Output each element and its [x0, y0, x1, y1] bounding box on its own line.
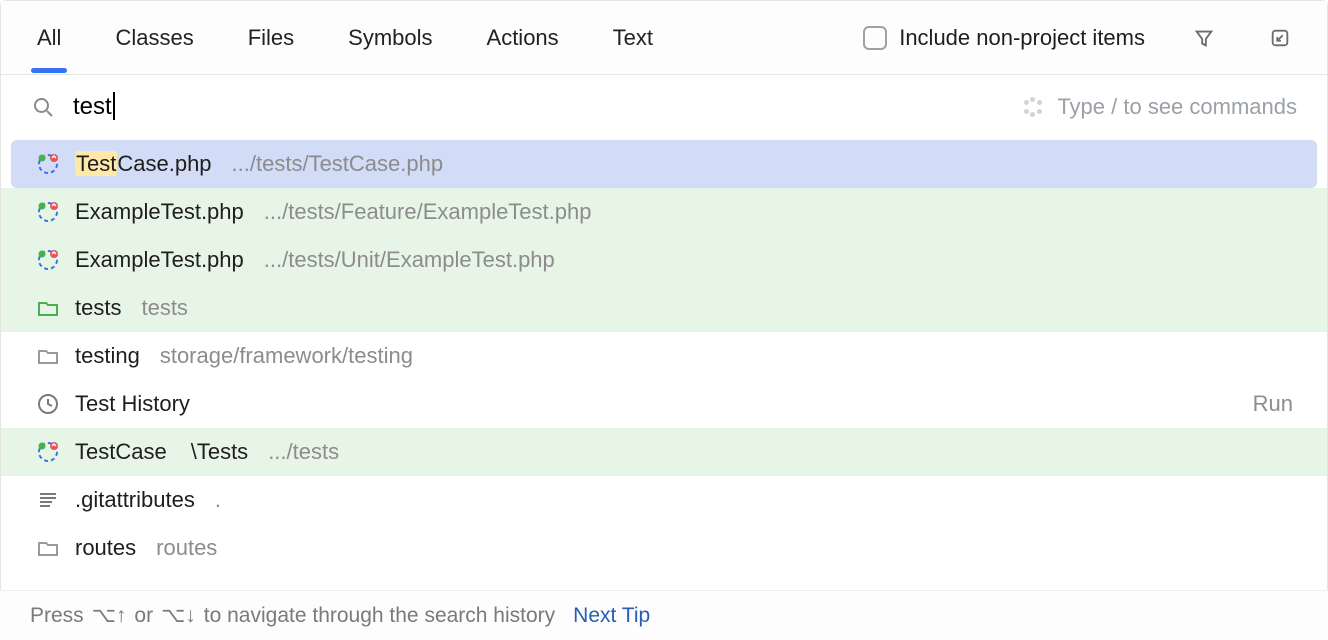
- folder-gray-icon: [35, 343, 61, 369]
- filter-icon[interactable]: [1187, 21, 1221, 55]
- result-path: .../tests: [268, 439, 339, 465]
- result-name: Test History: [75, 391, 190, 417]
- search-tabs: All Classes Files Symbols Actions Text I…: [1, 1, 1327, 75]
- result-qualifier: \Tests: [191, 439, 248, 465]
- result-name: tests: [75, 295, 121, 321]
- result-hint: Run: [1253, 391, 1293, 417]
- footer-tip: Press ⌥↑ or ⌥↓ to navigate through the s…: [0, 590, 1328, 640]
- result-name: .gitattributes: [75, 487, 195, 513]
- include-label: Include non-project items: [899, 25, 1145, 51]
- open-in-tool-window-icon[interactable]: [1263, 21, 1297, 55]
- clock-icon: [35, 391, 61, 417]
- result-path: .../tests/TestCase.php: [232, 151, 444, 177]
- php-class-icon: [35, 247, 61, 273]
- search-input[interactable]: test: [73, 93, 115, 122]
- results-list: TestCase.php .../tests/TestCase.php Exampl…: [1, 140, 1327, 572]
- loading-spinner-icon: [1023, 97, 1043, 117]
- result-name: routes: [75, 535, 136, 561]
- result-row[interactable]: .gitattributes.: [1, 476, 1327, 524]
- result-row[interactable]: TestCase \Tests .../tests: [1, 428, 1327, 476]
- result-row[interactable]: tests tests: [1, 284, 1327, 332]
- text-caret: [113, 92, 115, 120]
- result-path: routes: [156, 535, 217, 561]
- tab-text[interactable]: Text: [607, 3, 659, 73]
- tab-all[interactable]: All: [31, 3, 67, 73]
- result-row[interactable]: TestCase.php .../tests/TestCase.php: [11, 140, 1317, 188]
- result-path: .../tests/Feature/ExampleTest.php: [264, 199, 592, 225]
- result-name: testing: [75, 343, 140, 369]
- result-path: .: [215, 487, 221, 513]
- result-name: ExampleTest.php: [75, 247, 244, 273]
- search-hint: Type / to see commands: [1023, 94, 1297, 120]
- tab-actions[interactable]: Actions: [481, 3, 565, 73]
- result-name: ExampleTest.php: [75, 199, 244, 225]
- next-tip-link[interactable]: Next Tip: [573, 604, 650, 628]
- checkbox-icon: [863, 26, 887, 50]
- tab-symbols[interactable]: Symbols: [342, 3, 438, 73]
- php-class-icon: [35, 151, 61, 177]
- lines-icon: [35, 487, 61, 513]
- result-path: tests: [141, 295, 187, 321]
- result-name: TestCase.php: [75, 151, 212, 177]
- search-row: test Type / to see commands: [1, 75, 1327, 140]
- result-row[interactable]: ExampleTest.php .../tests/Unit/ExampleTes…: [1, 236, 1327, 284]
- tab-files[interactable]: Files: [242, 3, 300, 73]
- tab-classes[interactable]: Classes: [109, 3, 199, 73]
- shortcut-up: ⌥↑: [92, 603, 127, 628]
- result-row[interactable]: testing storage/framework/testing: [1, 332, 1327, 380]
- folder-gray-icon: [35, 535, 61, 561]
- include-non-project-checkbox[interactable]: Include non-project items: [863, 25, 1145, 51]
- php-class-icon: [35, 199, 61, 225]
- result-row[interactable]: Test History Run: [1, 380, 1327, 428]
- folder-green-icon: [35, 295, 61, 321]
- result-row[interactable]: routes routes: [1, 524, 1327, 572]
- result-name: TestCase: [75, 439, 167, 465]
- search-icon: [31, 95, 55, 119]
- php-class-icon: [35, 439, 61, 465]
- result-path: .../tests/Unit/ExampleTest.php: [264, 247, 555, 273]
- result-row[interactable]: ExampleTest.php .../tests/Feature/Example…: [1, 188, 1327, 236]
- result-path: storage/framework/testing: [160, 343, 413, 369]
- shortcut-down: ⌥↓: [161, 603, 196, 628]
